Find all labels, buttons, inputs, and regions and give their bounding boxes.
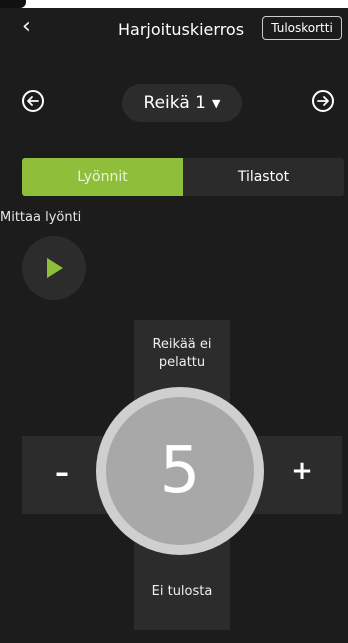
increase-score-button[interactable]: + [290, 456, 314, 486]
hole-not-played-button[interactable]: Reikää ei pelattu [134, 336, 230, 372]
hole-selector[interactable]: Reikä 1 ▼ [122, 84, 242, 122]
page-title: Harjoituskierros [118, 20, 245, 39]
tab-bar: Lyönnit Tilastot [22, 158, 344, 196]
caret-down-icon: ▼ [211, 96, 221, 110]
measure-play-button[interactable] [22, 236, 86, 300]
play-icon [47, 258, 63, 278]
status-strip [0, 0, 348, 8]
hole-navigation: Reikä 1 ▼ [0, 80, 348, 124]
status-strip-shape [0, 0, 26, 8]
arrow-left-circle-icon[interactable] [22, 90, 44, 112]
arrow-right-circle-icon[interactable] [312, 90, 334, 112]
scorecard-button[interactable]: Tuloskortti [262, 16, 342, 40]
no-result-button[interactable]: Ei tulosta [134, 584, 230, 599]
tab-lyonnit[interactable]: Lyönnit [22, 158, 183, 196]
score-value[interactable]: 5 [106, 397, 254, 545]
decrease-score-button[interactable]: – [50, 456, 74, 489]
back-chevron-icon[interactable]: ‹ [22, 14, 31, 39]
measure-shot-label: Mittaa lyönti [0, 210, 82, 225]
hole-label: Reikä 1 [143, 93, 206, 113]
header: ‹ Harjoituskierros Tuloskortti [0, 8, 348, 52]
tab-tilastot[interactable]: Tilastot [183, 158, 344, 196]
